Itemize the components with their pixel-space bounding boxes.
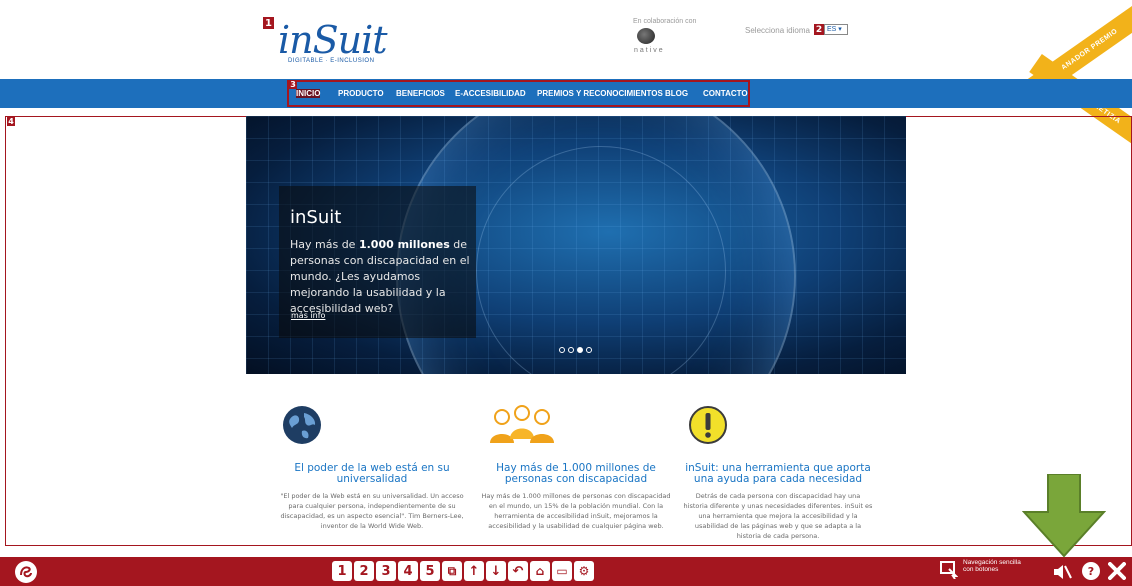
shortcut-button-1[interactable]: 1 (332, 561, 352, 581)
marker-badge-3: 3 (289, 80, 297, 89)
scroll-up-icon[interactable]: ↑ (464, 561, 484, 581)
nav-item-premios[interactable]: PREMIOS Y RECONOCIMIENTOS (537, 89, 663, 98)
feature-body-2: Hay más de 1.000 millones de personas co… (481, 492, 671, 530)
feature-body-3: Detrás de cada persona con discapacidad … (683, 492, 873, 540)
marker-badge-1: 1 (263, 17, 274, 29)
marker-badge-4: 4 (7, 117, 15, 126)
hero-text: Hay más de 1.000 millones de personas co… (290, 237, 470, 317)
collab-label: En colaboración con (633, 18, 697, 25)
settings-icon[interactable]: ⚙ (574, 561, 594, 581)
people-icon (490, 405, 554, 443)
marker-badge-2: 2 (814, 24, 824, 35)
partner-name: native (634, 47, 665, 54)
nav-item-inicio[interactable]: INICIO (296, 89, 321, 98)
hero-text-before: Hay más de (290, 238, 359, 251)
cursor-select-icon[interactable] (940, 561, 958, 579)
shortcut-button-2[interactable]: 2 (354, 561, 374, 581)
slider-dot[interactable] (586, 347, 592, 353)
feature-title-1: El poder de la web está en su universali… (294, 462, 450, 485)
globe-icon (283, 406, 321, 444)
shortcut-button-4[interactable]: 4 (398, 561, 418, 581)
navigation-mode-label: Navegación sencilla con botones (963, 559, 1021, 573)
home-icon[interactable]: ⌂ (530, 561, 550, 581)
slider-dot[interactable] (568, 347, 574, 353)
hero-more-info-link[interactable]: más info (291, 311, 325, 320)
close-icon[interactable] (1108, 562, 1126, 580)
language-select-value: ES (827, 26, 837, 33)
hero-text-bold: 1.000 millones (358, 238, 450, 251)
nav-item-e-accesibilidad[interactable]: E-ACCESIBILIDAD (455, 89, 526, 98)
down-arrow-pointer-icon (1022, 474, 1106, 558)
svg-text:?: ? (1088, 565, 1094, 578)
help-icon[interactable]: ? (1081, 561, 1101, 581)
feature-title-2: Hay más de 1.000 millones de personas co… (496, 462, 656, 485)
slider-dots (559, 347, 592, 353)
window-icon[interactable]: ▭ (552, 561, 572, 581)
shortcut-button-3[interactable]: 3 (376, 561, 396, 581)
feature-body-1: "El poder de la Web está en su universal… (280, 492, 464, 530)
shortcut-button-5[interactable]: 5 (420, 561, 440, 581)
slider-dot[interactable] (559, 347, 565, 353)
nav-item-producto[interactable]: PRODUCTO (338, 89, 384, 98)
native-logo-icon (637, 28, 655, 44)
logo-subtext: DIGITABLE · E-INCLUSION (288, 58, 375, 64)
mute-icon[interactable] (1051, 562, 1073, 582)
back-icon[interactable]: ↶ (508, 561, 528, 581)
hero-title: inSuit (290, 207, 342, 228)
exclamation-icon (689, 406, 727, 444)
nav-item-blog[interactable]: BLOG (665, 89, 688, 98)
language-select[interactable]: ES ▾ (824, 24, 848, 35)
nav-item-beneficios[interactable]: BENEFICIOS (396, 89, 445, 98)
insuit-menu-icon[interactable] (14, 560, 38, 584)
open-link-icon[interactable]: ⧉ (442, 561, 462, 581)
insuit-logo[interactable]: inSuit (278, 18, 388, 62)
nav-item-contacto[interactable]: CONTACTO (703, 89, 748, 98)
feature-title-3: inSuit: una herramienta que aporta una a… (685, 462, 871, 485)
language-label: Selecciona idioma (745, 26, 810, 35)
slider-dot-active[interactable] (577, 347, 583, 353)
scroll-down-icon[interactable]: ↓ (486, 561, 506, 581)
